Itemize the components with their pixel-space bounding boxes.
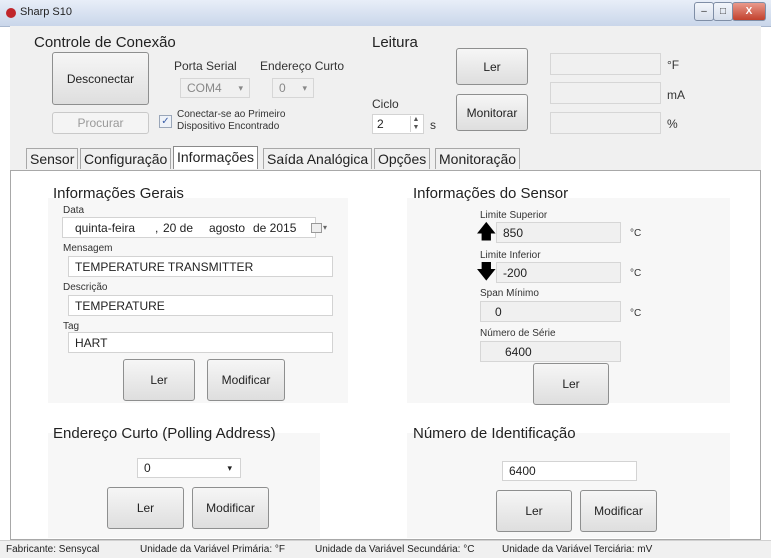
lower-limit-value: -200 [496, 262, 621, 283]
tag-field[interactable]: HART [68, 332, 333, 353]
polling-address-select[interactable]: 0 ▾ [137, 458, 241, 478]
date-month: agosto [209, 220, 246, 235]
minimize-button[interactable]: – [694, 2, 714, 21]
tab-configuracao[interactable]: Configuração [80, 148, 172, 169]
connect-first-label-line2: Dispositivo Encontrado [177, 121, 280, 132]
tab-monitoracao[interactable]: Monitoração [435, 148, 521, 169]
cycle-label: Ciclo [372, 97, 399, 111]
tab-sensor[interactable]: Sensor [26, 148, 79, 169]
reading-value-1 [550, 53, 661, 75]
identification-field[interactable]: 6400 [502, 461, 637, 481]
date-picker[interactable]: quinta-feira , 20 de agosto de 2015 ▾ [62, 217, 327, 238]
identification-read-button[interactable]: Ler [496, 490, 572, 532]
span-min-label: Span Mínimo [480, 288, 539, 299]
span-min-unit: °C [630, 308, 642, 319]
status-tertiary-unit: Unidade da Variável Terciária: mV [502, 544, 653, 555]
spinner-arrows-icon[interactable]: ▲ ▼ [410, 116, 421, 132]
window-title: Sharp S10 [20, 6, 72, 18]
message-field[interactable]: TEMPERATURE TRANSMITTER [68, 256, 333, 277]
reading-value-2 [550, 82, 661, 104]
general-info-title: Informações Gerais [53, 185, 184, 202]
identification-title: Número de Identificação [413, 425, 576, 442]
arrow-up-icon: 🡅 [476, 221, 497, 243]
read-button[interactable]: Ler [456, 48, 528, 85]
search-button[interactable]: Procurar [52, 112, 149, 134]
reading-unit-1: °F [667, 58, 680, 72]
polling-modify-button[interactable]: Modificar [192, 487, 269, 529]
connect-first-label-line1: Conectar-se ao Primeiro [177, 109, 286, 120]
lower-limit-label: Limite Inferior [480, 250, 541, 261]
reading-value-3 [550, 112, 661, 134]
tag-label: Tag [63, 321, 80, 332]
message-label: Mensagem [63, 243, 113, 254]
description-label: Descrição [63, 282, 108, 293]
maximize-button[interactable]: □ [713, 2, 733, 21]
chevron-down-icon[interactable]: ▾ [323, 223, 327, 232]
sensor-read-button[interactable]: Ler [533, 363, 609, 405]
window-title-bar[interactable]: Sharp S10 – □ X [0, 0, 771, 27]
sensor-info-title: Informações do Sensor [413, 185, 569, 202]
serial-port-value: COM4 [187, 81, 222, 95]
reading-unit-3: % [667, 117, 678, 131]
lower-limit-unit: °C [630, 268, 642, 279]
date-year: de 2015 [253, 220, 297, 235]
description-field[interactable]: TEMPERATURE [68, 295, 333, 316]
upper-limit-value: 850 [496, 222, 621, 243]
upper-limit-label: Limite Superior [480, 210, 548, 221]
serial-number-value: 6400 [480, 341, 621, 362]
polling-read-button[interactable]: Ler [107, 487, 184, 529]
status-manufacturer: Fabricante: Sensycal [6, 544, 100, 555]
polling-title: Endereço Curto (Polling Address) [53, 425, 276, 442]
short-address-label: Endereço Curto [260, 59, 345, 73]
polling-address-value: 0 [144, 461, 151, 475]
calendar-icon[interactable] [311, 222, 322, 233]
tab-informacoes[interactable]: Informações [173, 146, 259, 169]
chevron-down-icon: ▾ [227, 462, 232, 473]
arrow-down-icon: 🡇 [476, 261, 497, 283]
chevron-down-icon: ▾ [238, 82, 243, 93]
connection-group-title: Controle de Conexão [34, 34, 176, 51]
date-day: 20 de [163, 220, 194, 235]
cycle-spinner[interactable]: 2 ▲ ▼ [372, 114, 424, 134]
general-modify-button[interactable]: Modificar [207, 359, 285, 401]
status-primary-unit: Unidade da Variável Primária: °F [140, 544, 285, 555]
serial-port-select[interactable]: COM4 ▾ [180, 78, 250, 98]
app-icon [6, 8, 16, 18]
short-address-select[interactable]: 0 ▾ [272, 78, 314, 98]
serial-number-label: Número de Série [480, 328, 556, 339]
span-min-value: 0 [480, 301, 621, 322]
cycle-unit: s [430, 118, 436, 132]
status-secondary-unit: Unidade da Variável Secundária: °C [315, 544, 475, 555]
reading-unit-2: mA [667, 88, 685, 102]
tab-saida-analogica[interactable]: Saída Analógica [263, 148, 373, 169]
cycle-value: 2 [377, 117, 384, 131]
status-bar: Fabricante: Sensycal Unidade da Variável… [0, 540, 771, 558]
date-comma: , [155, 220, 159, 235]
short-address-value: 0 [279, 81, 286, 95]
chevron-down-icon: ▾ [302, 82, 307, 93]
tab-opcoes[interactable]: Opções [374, 148, 431, 169]
general-read-button[interactable]: Ler [123, 359, 195, 401]
serial-port-label: Porta Serial [174, 59, 237, 73]
monitor-button[interactable]: Monitorar [456, 94, 528, 131]
reading-group-title: Leitura [372, 34, 418, 51]
upper-limit-unit: °C [630, 228, 642, 239]
connect-first-checkbox[interactable]: ✓ [159, 115, 172, 128]
close-button[interactable]: X [732, 2, 766, 21]
disconnect-button[interactable]: Desconectar [52, 52, 149, 105]
date-label: Data [63, 205, 85, 216]
polling-group [48, 433, 320, 538]
date-weekday: quinta-feira [75, 220, 136, 235]
identification-modify-button[interactable]: Modificar [580, 490, 657, 532]
